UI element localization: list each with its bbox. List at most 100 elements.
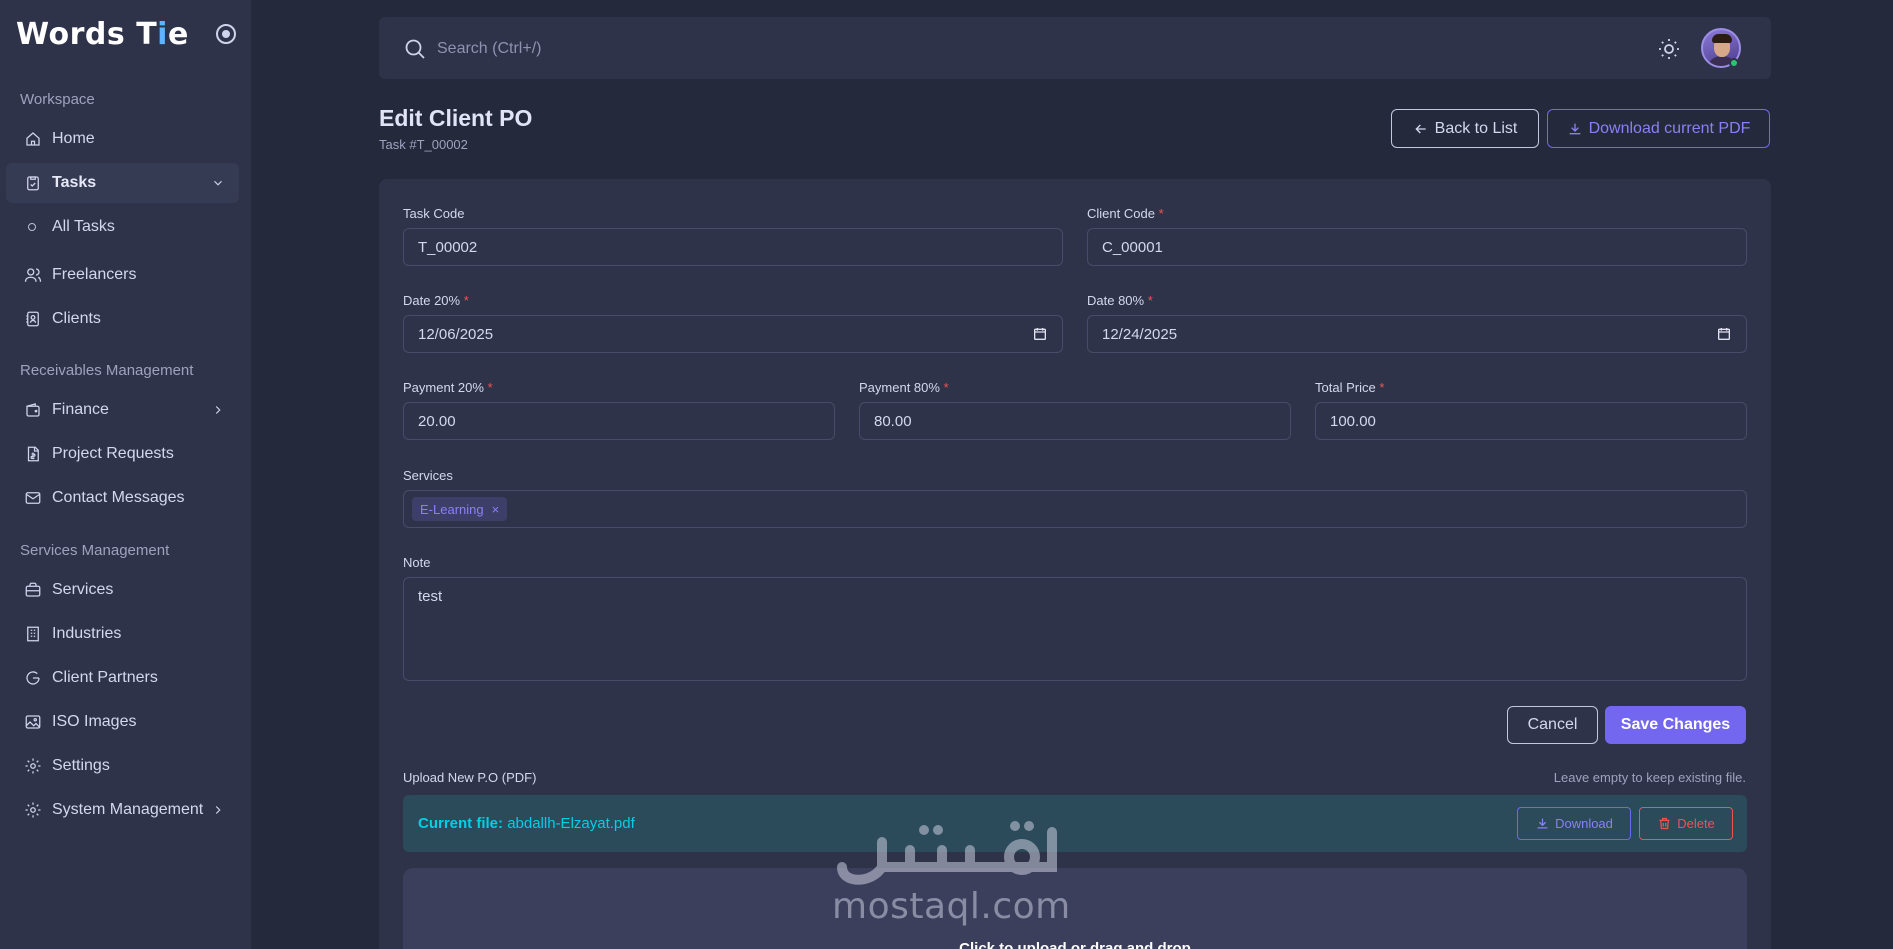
chevron-right-icon — [211, 403, 225, 417]
watermark-arabic-mark: مستقل — [837, 821, 1057, 885]
task-code-label: Task Code — [403, 206, 465, 221]
search-icon[interactable] — [403, 37, 427, 61]
service-chip-label: E-Learning — [420, 501, 484, 517]
task-code-input[interactable]: T_00002 — [403, 228, 1063, 266]
sidebar-item-label: Freelancers — [52, 266, 137, 283]
gear-icon — [24, 757, 42, 775]
sidebar-item-project-requests[interactable]: Project Requests — [6, 434, 239, 474]
payment-20-label: Payment 20% * — [403, 380, 493, 395]
watermark-arabic-text: مستقل — [945, 861, 949, 863]
download-icon — [1537, 818, 1548, 829]
service-chip: E-Learning × — [412, 497, 508, 521]
sidebar-item-industries[interactable]: Industries — [6, 614, 239, 654]
users-icon — [24, 266, 42, 284]
search-input[interactable] — [437, 35, 1037, 63]
date-80-input[interactable]: 12/24/2025 — [1087, 315, 1747, 353]
online-status-dot — [1729, 58, 1739, 68]
calendar-icon[interactable] — [1716, 326, 1732, 342]
sidebar-item-label: All Tasks — [52, 218, 115, 235]
back-to-list-label: Back to List — [1434, 119, 1518, 137]
building-icon — [24, 625, 42, 643]
sidebar-item-label: ISO Images — [52, 713, 137, 730]
current-file-text: Current file: abdallh-Elzayat.pdf — [418, 815, 635, 832]
top-navbar — [379, 17, 1771, 79]
download-current-pdf-button[interactable]: Download current PDF — [1547, 109, 1770, 148]
sidebar-item-home[interactable]: Home — [6, 119, 239, 159]
delete-file-label: Delete — [1677, 816, 1715, 831]
briefcase-icon — [24, 581, 42, 599]
address-book-icon — [24, 310, 42, 328]
back-to-list-button[interactable]: Back to List — [1391, 109, 1539, 148]
sidebar-item-label: Finance — [52, 401, 109, 418]
client-code-input[interactable]: C_00001 — [1087, 228, 1747, 266]
sidebar-item-iso-images[interactable]: ISO Images — [6, 702, 239, 742]
sidebar-item-label: System Management — [52, 801, 204, 818]
sidebar-item-label: Tasks — [52, 174, 97, 191]
services-multiselect[interactable]: E-Learning × — [403, 490, 1747, 528]
chip-remove-icon[interactable]: × — [492, 502, 500, 517]
payment-80-label: Payment 80% * — [859, 380, 949, 395]
sidebar-toggle-icon[interactable] — [216, 24, 236, 44]
date-80-label: Date 80% * — [1087, 293, 1153, 308]
sidebar-item-label: Contact Messages — [52, 489, 185, 506]
sidebar-item-contact-messages[interactable]: Contact Messages — [6, 478, 239, 518]
page-subtitle: Task #T_00002 — [379, 137, 468, 152]
download-file-label: Download — [1555, 816, 1613, 831]
logo-row: Words Tie — [16, 14, 236, 54]
sidebar-item-label: Home — [52, 130, 95, 147]
sidebar-item-client-partners[interactable]: Client Partners — [6, 658, 239, 698]
sidebar-item-services[interactable]: Services — [6, 570, 239, 610]
file-dropzone[interactable]: Click to upload or drag and drop — [403, 868, 1747, 949]
sidebar-item-clients[interactable]: Clients — [6, 299, 239, 339]
sidebar-item-system-management[interactable]: System Management — [6, 790, 239, 830]
download-current-pdf-label: Download current PDF — [1588, 119, 1751, 137]
invoice-icon — [24, 445, 42, 463]
sidebar-item-label: Client Partners — [52, 669, 158, 686]
wallet-icon — [24, 401, 42, 419]
delete-file-button[interactable]: Delete — [1639, 807, 1733, 840]
note-textarea[interactable]: test — [403, 577, 1747, 681]
payment-20-input[interactable]: 20.00 — [403, 402, 835, 440]
sidebar-item-finance[interactable]: Finance — [6, 390, 239, 430]
section-title-workspace: Workspace — [20, 91, 95, 108]
save-changes-button[interactable]: Save Changes — [1605, 706, 1746, 744]
arrow-left-icon — [1415, 124, 1426, 133]
sidebar-item-label: Settings — [52, 757, 110, 774]
watermark-latin-text: mostaql.com — [832, 886, 1071, 927]
circle-bullet-icon — [28, 223, 36, 231]
edit-po-form-card: Task Code T_00002 Client Code * C_00001 … — [379, 179, 1771, 949]
chevron-right-icon — [211, 803, 225, 817]
calendar-icon[interactable] — [1032, 326, 1048, 342]
current-file-name[interactable]: abdallh-Elzayat.pdf — [507, 815, 635, 832]
app-logo[interactable]: Words Tie — [16, 17, 189, 52]
total-price-input[interactable]: 100.00 — [1315, 402, 1747, 440]
sidebar-item-label: Industries — [52, 625, 122, 642]
watermark-logo: مستقل mostaql.com — [832, 812, 1071, 932]
payment-80-input[interactable]: 80.00 — [859, 402, 1291, 440]
section-title-services: Services Management — [20, 542, 170, 559]
sun-icon[interactable] — [1657, 37, 1681, 61]
current-file-box: Current file: abdallh-Elzayat.pdf Downlo… — [403, 795, 1747, 852]
mail-icon — [24, 489, 42, 507]
cancel-button[interactable]: Cancel — [1507, 706, 1598, 744]
download-file-button[interactable]: Download — [1517, 807, 1631, 840]
sidebar-item-all-tasks[interactable]: All Tasks — [6, 207, 239, 247]
page-title: Edit Client PO — [379, 105, 533, 131]
home-icon — [24, 130, 42, 148]
image-icon — [24, 713, 42, 731]
section-title-receivables: Receivables Management — [20, 362, 194, 379]
current-file-prefix: Current file: — [418, 815, 504, 832]
sidebar: Words Tie Workspace Home Tasks All Tasks… — [0, 0, 252, 949]
total-price-label: Total Price * — [1315, 380, 1385, 395]
date-20-label: Date 20% * — [403, 293, 469, 308]
sidebar-item-tasks[interactable]: Tasks — [6, 163, 239, 203]
upload-hint: Leave empty to keep existing file. — [1553, 770, 1746, 785]
google-icon — [24, 669, 42, 687]
note-label: Note — [403, 555, 431, 570]
download-icon — [1569, 123, 1580, 134]
trash-icon — [1659, 817, 1670, 830]
sidebar-item-freelancers[interactable]: Freelancers — [6, 255, 239, 295]
client-code-label: Client Code * — [1087, 206, 1164, 221]
date-20-input[interactable]: 12/06/2025 — [403, 315, 1063, 353]
sidebar-item-settings[interactable]: Settings — [6, 746, 239, 786]
